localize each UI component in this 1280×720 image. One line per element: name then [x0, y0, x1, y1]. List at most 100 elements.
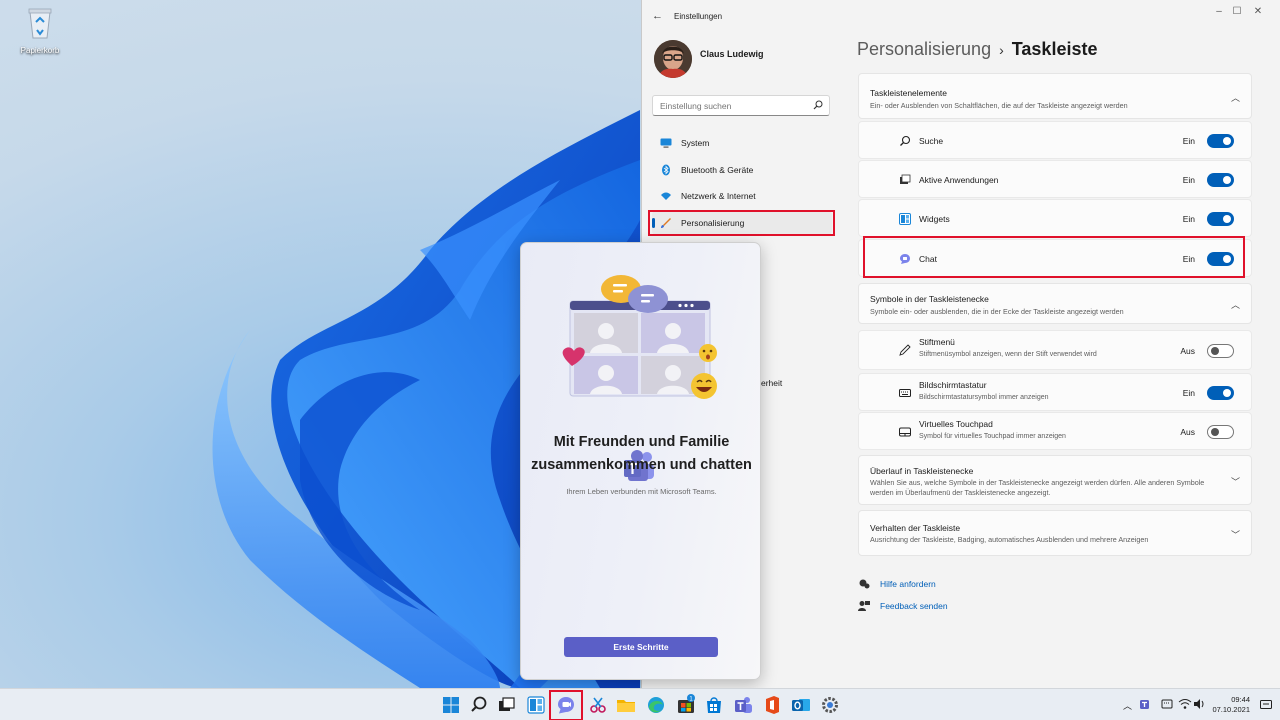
chat-flyout: Ihrem Leben verbunden mit Microsoft Team…: [520, 242, 761, 680]
file-explorer-icon[interactable]: [615, 694, 637, 716]
office-icon[interactable]: [761, 694, 783, 716]
avatar[interactable]: [654, 40, 692, 78]
chevron-up-icon[interactable]: ︿: [1231, 298, 1240, 311]
row-sub: Symbol für virtuelles Touchpad immer anz…: [919, 433, 1066, 440]
widgets-icon: [899, 213, 911, 225]
nav-label-network: Netzwerk & Internet: [681, 191, 756, 201]
toggle-state: Ein: [1182, 175, 1195, 185]
teams-tray-icon[interactable]: [1138, 697, 1152, 711]
row-label: Widgets: [919, 214, 950, 224]
corner-icons-header[interactable]: Symbole in der Taskleistenecke Symbole e…: [858, 283, 1252, 324]
taskbar: 1 ︿ 09:44 07.10.2021: [0, 688, 1280, 720]
row-touch-keyboard: Bildschirmtastatur Bildschirmtastatursym…: [858, 373, 1252, 411]
search-icon[interactable]: [468, 694, 490, 716]
breadcrumb-parent[interactable]: Personalisierung: [857, 39, 991, 59]
notification-icon[interactable]: [1260, 700, 1272, 710]
wifi-icon: [661, 192, 671, 200]
outlook-icon[interactable]: [790, 694, 812, 716]
nav-item-bluetooth[interactable]: Bluetooth & Geräte: [652, 158, 832, 182]
row-pen-menu: Stiftmenü Stiftmenüsymbol anzeigen, wenn…: [858, 330, 1252, 370]
row-widgets: Widgets Ein: [858, 199, 1252, 237]
volume-icon[interactable]: [1192, 697, 1206, 711]
overflow-section[interactable]: Überlauf in Taskleistenecke Wählen Sie a…: [858, 455, 1252, 505]
widgets-icon[interactable]: [525, 694, 547, 716]
row-label: Suche: [919, 136, 944, 146]
chat-illustration: [562, 275, 717, 399]
row-sub: Bildschirmtastatursymbol immer anzeigen: [919, 394, 1049, 401]
help-link-label: Hilfe anfordern: [880, 579, 936, 589]
close-icon[interactable]: ✕: [1247, 5, 1269, 19]
search-input[interactable]: [653, 96, 803, 115]
nav-label-bluetooth: Bluetooth & Geräte: [681, 165, 754, 175]
highlight-chat-row: [863, 236, 1245, 278]
chevron-up-icon[interactable]: ︿: [1123, 699, 1132, 712]
chevron-up-icon[interactable]: ︿: [1231, 91, 1240, 104]
snipping-tool-icon[interactable]: [587, 694, 609, 716]
overflow-title: Überlauf in Taskleistenecke: [870, 466, 974, 476]
taskbar-items-title: Taskleistenelemente: [870, 88, 948, 98]
store-icon[interactable]: 1: [675, 694, 697, 716]
toggle-widgets[interactable]: [1207, 212, 1234, 226]
task-view-icon[interactable]: [496, 694, 518, 716]
user-name: Claus Ludewig: [700, 49, 764, 59]
back-arrow-icon[interactable]: ←: [652, 10, 663, 22]
keyboard-icon: [899, 389, 911, 397]
user-photo: [654, 40, 692, 78]
maximize-icon[interactable]: ☐: [1226, 5, 1248, 19]
toggle-state: Ein: [1182, 388, 1195, 398]
page-title: Taskleiste: [1011, 39, 1098, 59]
row-sub: Stiftmenüsymbol anzeigen, wenn der Stift…: [919, 351, 1097, 358]
toggle-touch-keyboard[interactable]: [1207, 386, 1234, 400]
row-label: Bildschirmtastatur: [919, 380, 987, 390]
row-label: Aktive Anwendungen: [919, 175, 999, 185]
recycle-bin[interactable]: Papierkorb: [14, 4, 66, 55]
behavior-title: Verhalten der Taskleiste: [870, 523, 961, 533]
monitor-icon: [660, 138, 672, 148]
wifi-icon[interactable]: [1178, 697, 1192, 711]
settings-gear-icon[interactable]: [819, 694, 841, 716]
chevron-down-icon[interactable]: ﹀: [1231, 475, 1240, 488]
settings-search[interactable]: [652, 95, 830, 116]
toggle-state: Ein: [1182, 136, 1195, 146]
toggle-state: Aus: [1180, 427, 1195, 437]
row-virtual-touchpad: Virtuelles Touchpad Symbol für virtuelle…: [858, 412, 1252, 450]
row-label: Virtuelles Touchpad: [919, 419, 993, 429]
edge-icon[interactable]: [645, 694, 667, 716]
help-icon: [859, 579, 870, 589]
highlight-personalization: [648, 210, 835, 236]
recycle-bin-label: Papierkorb: [20, 46, 60, 55]
teams-icon[interactable]: [732, 694, 754, 716]
app-title: Einstellungen: [674, 12, 723, 21]
toggle-state: Aus: [1180, 346, 1195, 356]
chevron-down-icon[interactable]: ﹀: [1231, 528, 1240, 541]
start-icon[interactable]: [440, 694, 462, 716]
toggle-pen-menu[interactable]: [1207, 344, 1234, 358]
store-bag-icon[interactable]: [703, 694, 725, 716]
task-view-icon: [900, 174, 911, 184]
nav-item-network[interactable]: Netzwerk & Internet: [652, 184, 832, 208]
toggle-task-view[interactable]: [1207, 173, 1234, 187]
toggle-search[interactable]: [1207, 134, 1234, 148]
feedback-icon: [858, 601, 870, 611]
search-icon[interactable]: [813, 100, 823, 110]
toggle-state: Ein: [1182, 214, 1195, 224]
taskbar-items-header[interactable]: Taskleistenelemente Ein- oder Ausblenden…: [858, 73, 1252, 119]
taskbar-items-desc: Ein- oder Ausblenden von Schaltflächen, …: [870, 101, 1128, 110]
behavior-section[interactable]: Verhalten der Taskleiste Ausrichtung der…: [858, 510, 1252, 556]
search-icon: [900, 135, 911, 146]
get-started-button[interactable]: Erste Schritte: [564, 637, 718, 657]
breadcrumb-separator: ›: [999, 42, 1004, 58]
overflow-desc: Wählen Sie aus, welche Symbole in der Ta…: [870, 478, 1205, 497]
toggle-virtual-touchpad[interactable]: [1207, 425, 1234, 439]
row-task-view: Aktive Anwendungen Ein: [858, 160, 1252, 198]
pen-tray-icon[interactable]: [1160, 697, 1174, 711]
title-bar: ← Einstellungen – ☐ ✕: [642, 0, 1280, 32]
nav-partial-label: erheit: [761, 378, 783, 388]
nav-item-system[interactable]: System: [652, 131, 832, 155]
behavior-desc: Ausrichtung der Taskleiste, Badging, aut…: [870, 535, 1149, 544]
chat-heading: Mit Freunden und Familie zusammenkommen …: [531, 434, 752, 473]
nav-label-system: System: [681, 138, 710, 148]
clock[interactable]: 09:44 07.10.2021: [1212, 695, 1250, 715]
pen-icon: [899, 344, 911, 356]
clock-time: 09:44: [1231, 695, 1250, 704]
